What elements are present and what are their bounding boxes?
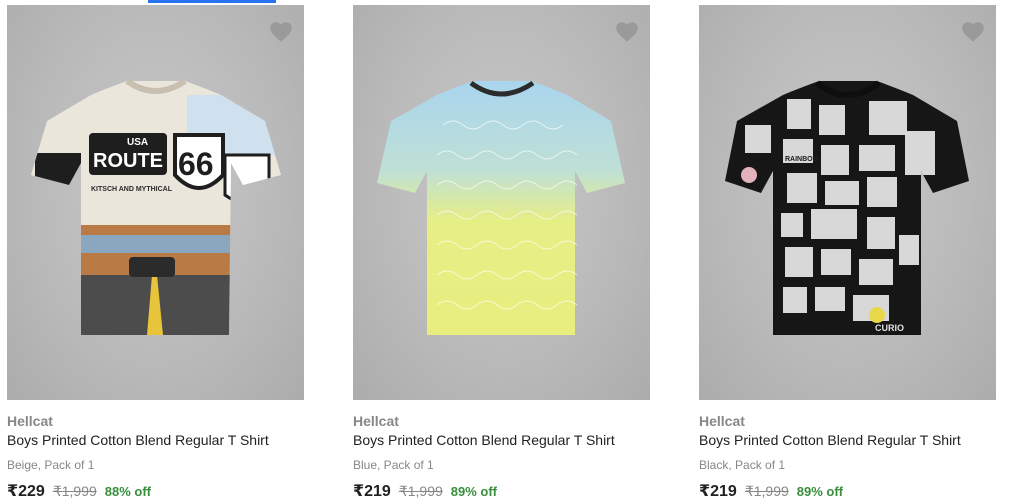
- print-text: RAINBOW: [785, 156, 820, 163]
- product-brand: Hellcat: [699, 413, 745, 429]
- price-row: ₹219 ₹1,999 89% off: [699, 481, 843, 501]
- print-text: CURIO: [875, 323, 904, 333]
- print-text: 66: [178, 146, 214, 182]
- product-variant: Black, Pack of 1: [699, 458, 786, 472]
- product-price: ₹219: [699, 483, 737, 500]
- product-discount: 89% off: [796, 484, 844, 499]
- product-title[interactable]: Boys Printed Cotton Blend Regular T Shir…: [353, 432, 650, 448]
- product-image[interactable]: USA ROUTE 66 KITSCH AND MYTHICAL: [7, 5, 304, 400]
- product-brand: Hellcat: [7, 413, 53, 429]
- product-mrp: ₹1,999: [398, 483, 443, 499]
- product-card[interactable]: RAINBOW CURIO Hellcat Boys Printed Cotto…: [699, 5, 996, 503]
- heart-icon[interactable]: [960, 19, 986, 45]
- tshirt-collage-image: RAINBOW CURIO: [725, 80, 969, 335]
- product-discount: 88% off: [104, 484, 152, 499]
- product-price: ₹229: [7, 483, 45, 500]
- product-title[interactable]: Boys Printed Cotton Blend Regular T Shir…: [699, 432, 996, 448]
- print-text: KITSCH AND MYTHICAL: [91, 186, 173, 193]
- product-card[interactable]: Hellcat Boys Printed Cotton Blend Regula…: [353, 5, 650, 503]
- product-card[interactable]: USA ROUTE 66 KITSCH AND MYTHICAL Hellcat…: [7, 5, 304, 503]
- product-brand: Hellcat: [353, 413, 399, 429]
- product-variant: Beige, Pack of 1: [7, 458, 95, 472]
- product-price: ₹219: [353, 483, 391, 500]
- price-row: ₹229 ₹1,999 88% off: [7, 481, 151, 501]
- product-grid: USA ROUTE 66 KITSCH AND MYTHICAL Hellcat…: [0, 0, 1009, 503]
- product-discount: 89% off: [450, 484, 498, 499]
- heart-icon[interactable]: [614, 19, 640, 45]
- product-title[interactable]: Boys Printed Cotton Blend Regular T Shir…: [7, 432, 304, 448]
- tshirt-route66-image: USA ROUTE 66 KITSCH AND MYTHICAL: [31, 78, 281, 335]
- price-row: ₹219 ₹1,999 89% off: [353, 481, 497, 501]
- print-text: ROUTE: [93, 150, 163, 172]
- product-mrp: ₹1,999: [52, 483, 97, 499]
- product-image[interactable]: RAINBOW CURIO: [699, 5, 996, 400]
- product-image[interactable]: [353, 5, 650, 400]
- heart-icon[interactable]: [268, 19, 294, 45]
- print-text: USA: [127, 137, 148, 148]
- tshirt-gradient-image: [377, 80, 625, 335]
- product-mrp: ₹1,999: [744, 483, 789, 499]
- product-variant: Blue, Pack of 1: [353, 458, 434, 472]
